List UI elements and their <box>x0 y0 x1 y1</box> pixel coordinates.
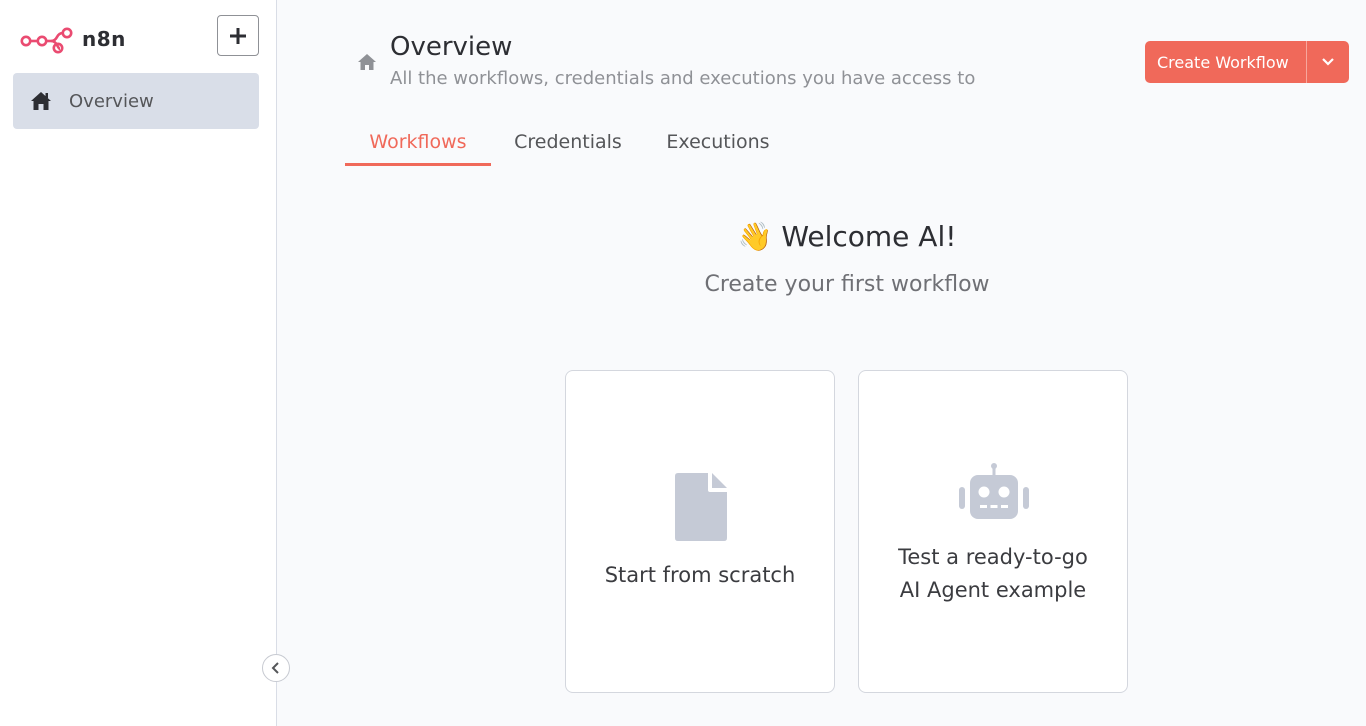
page-subtitle: All the workflows, credentials and execu… <box>390 68 976 89</box>
tab-workflows[interactable]: Workflows <box>345 120 491 166</box>
robot-icon <box>959 463 1029 519</box>
tabs: Workflows Credentials Executions <box>345 120 791 166</box>
card-label: Test a ready-to-go AI Agent example <box>859 541 1127 607</box>
brand-name: n8n <box>82 27 126 51</box>
app-root: n8n Overview Overview All the workflows,… <box>0 0 1366 726</box>
welcome-heading: 👋 Welcome Al! <box>547 220 1147 253</box>
sidebar-item-overview[interactable]: Overview <box>13 73 259 129</box>
wave-emoji: 👋 <box>737 220 773 253</box>
home-icon <box>30 91 52 111</box>
card-label-line2: AI Agent example <box>899 578 1087 602</box>
brand[interactable]: n8n <box>20 24 126 54</box>
tab-executions[interactable]: Executions <box>645 120 791 166</box>
create-workflow-group: Create Workflow <box>1145 41 1349 83</box>
add-button[interactable] <box>217 15 259 56</box>
create-workflow-button[interactable]: Create Workflow <box>1145 41 1306 83</box>
n8n-logo-icon <box>20 27 73 54</box>
welcome-subtitle: Create your first workflow <box>704 272 990 297</box>
card-label-line1: Test a ready-to-go <box>898 545 1088 569</box>
ai-agent-example-card[interactable]: Test a ready-to-go AI Agent example <box>858 370 1128 693</box>
collapse-sidebar-button[interactable] <box>262 654 290 682</box>
start-from-scratch-card[interactable]: Start from scratch <box>565 370 835 693</box>
create-workflow-dropdown[interactable] <box>1306 41 1349 83</box>
welcome-title: Welcome Al! <box>781 220 957 253</box>
chevron-down-icon <box>1322 58 1334 66</box>
tab-credentials[interactable]: Credentials <box>491 120 645 166</box>
sidebar-item-label: Overview <box>69 90 154 112</box>
card-label: Start from scratch <box>604 563 796 587</box>
chevron-left-icon <box>271 662 279 674</box>
file-icon <box>675 473 727 541</box>
page-title: Overview <box>390 32 513 62</box>
home-icon <box>358 54 376 70</box>
sidebar: n8n Overview <box>0 0 290 726</box>
plus-icon <box>230 27 246 44</box>
